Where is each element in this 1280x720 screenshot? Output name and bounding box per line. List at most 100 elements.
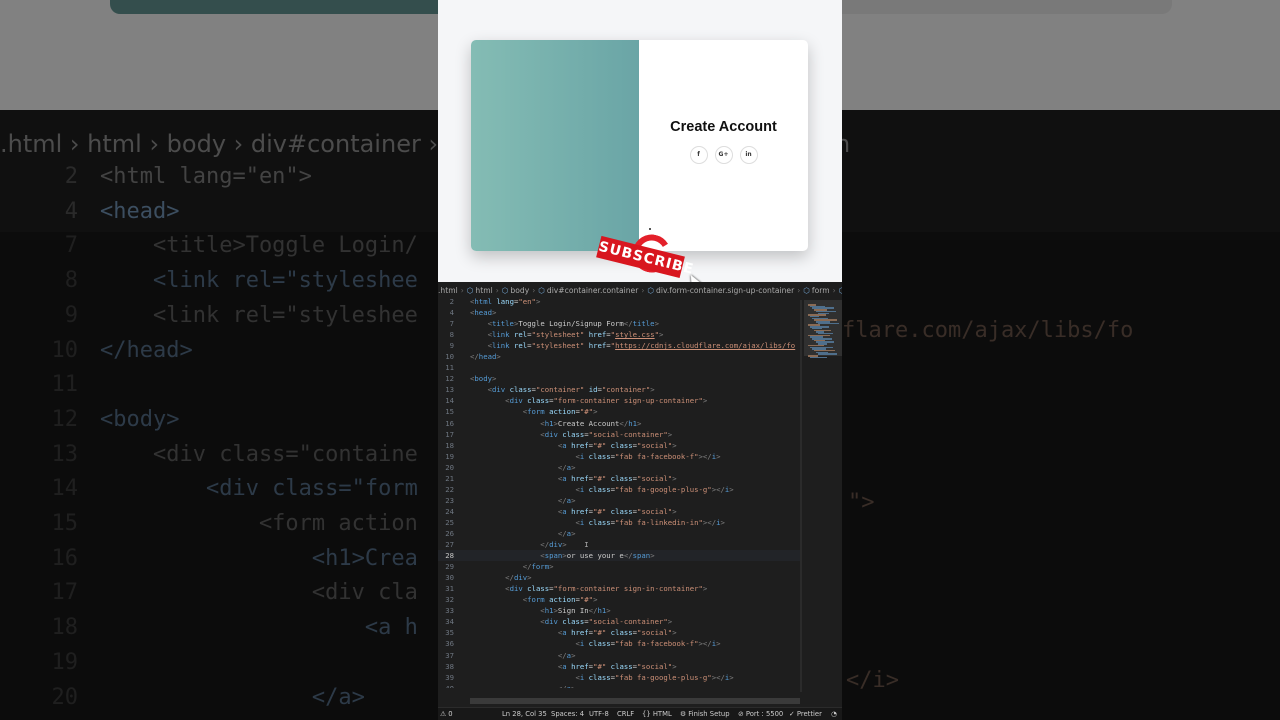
code-area[interactable]: 2 <html lang="en"> 4 <head> 7 <title>Toggle … [438, 296, 800, 688]
code-line[interactable]: 23 </a> [438, 495, 800, 506]
code-line[interactable]: 29 </form> [438, 561, 800, 572]
problems-indicator[interactable]: ⚠ 0 [440, 708, 453, 720]
code-line[interactable]: 19 <i class="fab fa-facebook-f"></i> [438, 451, 800, 462]
code-line[interactable]: 15 <form action="#"> [438, 406, 800, 417]
code-line[interactable]: 2 <html lang="en"> [438, 296, 800, 307]
code-line[interactable]: 11 [438, 362, 800, 373]
browser-preview: Create Account f G+ in SUBSCRIBE [438, 0, 842, 290]
code-line[interactable]: 12 <body> [438, 373, 800, 384]
line-text: <div class="container" id="container"> [487, 385, 655, 395]
line-number: 26 [445, 528, 454, 538]
code-line[interactable]: 35 <a href="#" class="social"> [438, 627, 800, 638]
line-number: 14 [445, 396, 454, 406]
line-text: <a href="#" class="social"> [557, 440, 677, 450]
line-number: 34 [445, 617, 454, 627]
line-text: <div class="social-container"> [540, 617, 673, 627]
line-text: <head> [470, 308, 497, 318]
code-line[interactable]: 9 <link rel="stylesheet" href="https://c… [438, 340, 800, 351]
breadcrumb-segment[interactable]: html [475, 286, 492, 295]
horizontal-scrollbar[interactable] [470, 698, 800, 704]
code-line[interactable]: 24 <a href="#" class="social"> [438, 506, 800, 517]
linkedin-icon[interactable]: in [739, 146, 758, 164]
code-line[interactable]: 10 </head> [438, 351, 800, 362]
line-text: <a href="#" class="social"> [557, 506, 677, 516]
symbol-icon: ⬡ [803, 286, 810, 295]
breadcrumb-segment[interactable]: form [812, 286, 830, 295]
code-editor: .html › ⬡ html › ⬡ body › ⬡ div#container.contain… [438, 282, 842, 720]
code-line[interactable]: 21 <a href="#" class="social"> [438, 473, 800, 484]
prettier-status[interactable]: ✓ Prettier [789, 708, 822, 720]
facebook-icon[interactable]: f [689, 146, 708, 164]
line-number: 21 [445, 473, 454, 483]
code-line[interactable]: 14 <div class="form-container sign-up-co… [438, 395, 800, 406]
breadcrumb-segment[interactable]: .html [438, 286, 458, 295]
line-number: 32 [445, 595, 454, 605]
code-line[interactable]: 36 <i class="fab fa-facebook-f"></i> [438, 638, 800, 649]
line-number: 22 [445, 484, 454, 494]
code-line[interactable]: 39 <i class="fab fa-google-plus-g"></i> [438, 672, 800, 683]
code-line[interactable]: 13 <div class="container" id="container"… [438, 384, 800, 395]
code-line[interactable]: 37 </a> [438, 650, 800, 661]
social-container: f G+ in [639, 146, 808, 164]
code-line[interactable]: 38 <a href="#" class="social"> [438, 661, 800, 672]
line-text: <i class="fab fa-facebook-f"></i> [575, 451, 721, 461]
language-mode[interactable]: {} HTML [642, 708, 672, 720]
line-number: 17 [445, 429, 454, 439]
code-line[interactable]: 7 <title>Toggle Login/Signup Form</title… [438, 318, 800, 329]
code-line[interactable]: 32 <form action="#"> [438, 594, 800, 605]
code-line[interactable]: 30 </div> [438, 572, 800, 583]
symbol-icon: ⬡ [838, 286, 842, 295]
line-number: 36 [445, 639, 454, 649]
google-plus-icon[interactable]: G+ [714, 146, 733, 164]
line-number: 9 [449, 341, 454, 351]
line-number: 7 [449, 319, 454, 329]
line-number: 18 [445, 440, 454, 450]
code-line[interactable]: 8 <link rel="stylesheet" href="style.css… [438, 329, 800, 340]
code-line[interactable]: 22 <i class="fab fa-google-plus-g"></i> [438, 484, 800, 495]
indentation[interactable]: Spaces: 4 [551, 708, 584, 720]
minimap[interactable] [804, 300, 842, 692]
code-line[interactable]: 28 <span>or use your e</span> [438, 550, 800, 562]
code-line[interactable]: 26 </a> [438, 528, 800, 539]
code-line[interactable]: 4 <head> [438, 307, 800, 318]
code-line[interactable]: 31 <div class="form-container sign-in-co… [438, 583, 800, 594]
line-text: <a href="#" class="social"> [557, 661, 677, 671]
line-number: 28 [445, 551, 454, 561]
line-text: </div> [505, 573, 532, 583]
text-caret [649, 228, 651, 230]
breadcrumb-segment[interactable]: body [510, 286, 529, 295]
line-text: </a> [557, 528, 576, 538]
sign-up-form: Create Account f G+ in [639, 40, 808, 251]
line-endings[interactable]: CRLF [617, 708, 634, 720]
code-line[interactable]: 20 </a> [438, 462, 800, 473]
line-text: <form action="#"> [522, 407, 598, 417]
line-text: </form> [522, 562, 554, 572]
line-text: <a href="#" class="social"> [557, 473, 677, 483]
breadcrumb-segment[interactable]: div#container.container [547, 286, 638, 295]
finish-setup[interactable]: ⚙ Finish Setup [680, 708, 730, 720]
live-server-port[interactable]: ⊘ Port : 5500 [738, 708, 783, 720]
vertical-scrollbar[interactable] [800, 300, 802, 692]
code-line[interactable]: 16 <h1>Create Account</h1> [438, 418, 800, 429]
line-text: <i class="fab fa-facebook-f"></i> [575, 639, 721, 649]
symbol-icon: ⬡ [538, 286, 545, 295]
code-line[interactable]: 34 <div class="social-container"> [438, 616, 800, 627]
code-line[interactable]: 40 </a> [438, 683, 800, 688]
line-number: 2 [449, 297, 454, 306]
code-line[interactable]: 18 <a href="#" class="social"> [438, 440, 800, 451]
line-number: 8 [449, 330, 454, 340]
code-line[interactable]: 17 <div class="social-container"> [438, 429, 800, 440]
breadcrumb-segment[interactable]: div.form-container.sign-up-container [656, 286, 794, 295]
line-text: <html lang="en"> [470, 297, 541, 306]
cursor-position[interactable]: Ln 28, Col 35 [502, 708, 547, 720]
line-number: 24 [445, 506, 454, 516]
code-line[interactable]: 27 </div> I [438, 539, 800, 550]
line-text: <i class="fab fa-linkedin-in"></i> [575, 517, 725, 527]
line-text: <form action="#"> [522, 595, 598, 605]
code-line[interactable]: 25 <i class="fab fa-linkedin-in"></i> [438, 517, 800, 528]
line-text: </a> [557, 650, 576, 660]
notifications-bell-icon[interactable]: ◔ [831, 708, 837, 720]
encoding[interactable]: UTF-8 [589, 708, 609, 720]
line-text: <h1>Create Account</h1> [540, 418, 642, 428]
code-line[interactable]: 33 <h1>Sign In</h1> [438, 605, 800, 616]
